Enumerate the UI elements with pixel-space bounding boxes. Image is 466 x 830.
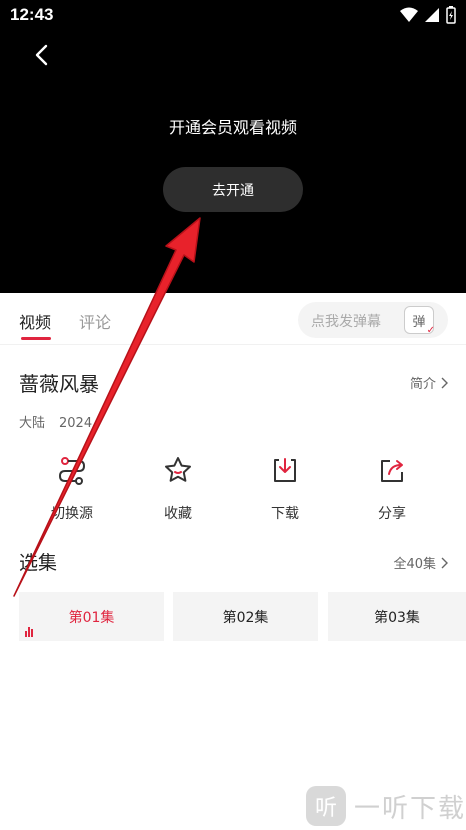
download-label: 下载 bbox=[271, 506, 299, 522]
intro-label: 简介 bbox=[409, 377, 436, 392]
star-icon bbox=[165, 457, 191, 482]
watermark: 听 一听下载 bbox=[306, 786, 466, 826]
share-button[interactable]: 分享 bbox=[352, 455, 432, 523]
danmu-input[interactable]: 点我发弹幕 弹 ✓ bbox=[298, 302, 448, 338]
episode-label: 第02集 bbox=[222, 609, 269, 626]
danmu-toggle-label: 弹 bbox=[412, 314, 426, 330]
active-tab-indicator bbox=[21, 337, 51, 340]
all-episodes-link[interactable]: 全40集 bbox=[393, 553, 448, 572]
share-icon bbox=[381, 460, 403, 482]
watermark-text: 一听下载 bbox=[354, 793, 466, 824]
status-icons bbox=[400, 6, 456, 24]
status-bar: 12:43 bbox=[0, 0, 466, 32]
favorite-button[interactable]: 收藏 bbox=[138, 455, 218, 523]
danmu-toggle-button[interactable]: 弹 ✓ bbox=[404, 306, 435, 336]
all-episodes-label: 全40集 bbox=[393, 557, 436, 572]
episode-label: 第03集 bbox=[374, 609, 420, 626]
status-time: 12:43 bbox=[10, 5, 54, 24]
action-row: 切换源 收藏 下载 分享 bbox=[0, 455, 466, 525]
episodes-title: 选集 bbox=[19, 552, 58, 574]
switch-source-label: 切换源 bbox=[51, 506, 93, 522]
episode-item[interactable]: 第01集 bbox=[19, 592, 164, 641]
vip-prompt: 开通会员观看视频 bbox=[168, 118, 297, 137]
tab-comments[interactable]: 评论 bbox=[79, 309, 111, 333]
chevron-right-icon bbox=[441, 377, 448, 388]
show-meta: 大陆 2024 bbox=[19, 412, 92, 431]
watermark-logo: 听 bbox=[306, 786, 346, 826]
back-arrow-icon bbox=[35, 44, 48, 66]
show-region: 大陆 bbox=[19, 416, 46, 431]
show-year: 2024 bbox=[59, 416, 93, 431]
download-button[interactable]: 下载 bbox=[245, 455, 325, 523]
intro-link[interactable]: 简介 bbox=[410, 373, 448, 392]
favorite-label: 收藏 bbox=[164, 506, 192, 522]
episode-label: 第01集 bbox=[68, 609, 115, 626]
danmu-placeholder: 点我发弹幕 bbox=[311, 314, 381, 330]
signal-icon bbox=[425, 8, 439, 22]
back-button[interactable] bbox=[28, 40, 56, 72]
chevron-right-icon bbox=[441, 557, 448, 568]
switch-source-button[interactable]: 切换源 bbox=[32, 455, 112, 523]
show-title: 蔷薇风暴 bbox=[19, 372, 99, 396]
video-player[interactable]: 12:43 开通会员观看视频 去开通 bbox=[0, 0, 466, 293]
open-vip-button[interactable]: 去开通 bbox=[163, 167, 303, 212]
battery-icon bbox=[446, 6, 456, 24]
share-label: 分享 bbox=[378, 506, 406, 522]
tab-video[interactable]: 视频 bbox=[19, 309, 51, 333]
check-icon: ✓ bbox=[426, 325, 435, 336]
episode-item[interactable]: 第02集 bbox=[173, 592, 318, 641]
episode-item[interactable]: 第03集 bbox=[328, 592, 466, 641]
wifi-icon bbox=[400, 7, 418, 22]
switch-source-icon bbox=[58, 457, 86, 485]
download-icon bbox=[274, 458, 296, 482]
playing-indicator-icon bbox=[25, 627, 33, 637]
